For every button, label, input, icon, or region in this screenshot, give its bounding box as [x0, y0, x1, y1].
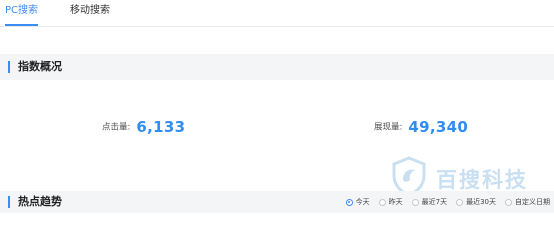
radio-dot-icon	[345, 198, 353, 206]
trend-title: 热点趋势	[18, 195, 62, 208]
radio-custom-date[interactable]: 自定义日期	[505, 197, 550, 207]
radio-label: 昨天	[388, 198, 403, 206]
tab-pc-search[interactable]: PC搜索	[5, 4, 39, 26]
clicks-metric: 点击量: 6,133	[102, 116, 185, 136]
overview-title: 指数概况	[18, 60, 62, 73]
clicks-value: 6,133	[136, 117, 186, 136]
section-accent-bar	[8, 196, 10, 208]
clicks-label: 点击量:	[102, 122, 131, 133]
radio-last-30-days[interactable]: 最近30天	[456, 197, 496, 207]
watermark-text: 百搜科技	[436, 168, 528, 192]
overview-header: 指数概况	[0, 54, 554, 80]
radio-dot-icon	[456, 198, 464, 206]
tab-mobile-search[interactable]: 移动搜索	[70, 4, 110, 18]
radio-label: 今天	[355, 198, 370, 206]
impressions-value: 49,340	[408, 117, 469, 136]
radio-dot-icon	[505, 198, 512, 206]
section-accent-bar	[8, 61, 10, 73]
radio-today[interactable]: 今天	[345, 197, 370, 207]
radio-yesterday[interactable]: 昨天	[378, 197, 403, 207]
trend-header: 热点趋势 今天 昨天 最近7天 最近30天 自定义日期	[0, 191, 554, 213]
date-range-radio-group: 今天 昨天 最近7天 最近30天 自定义日期	[337, 191, 554, 213]
radio-dot-icon	[378, 198, 386, 206]
radio-label: 最近30天	[466, 198, 496, 206]
radio-dot-icon	[411, 198, 419, 206]
search-type-tabs: PC搜索 移动搜索	[0, 0, 554, 27]
radio-label: 最近7天	[421, 198, 448, 206]
impressions-metric: 展现量: 49,340	[374, 116, 468, 136]
impressions-label: 展现量:	[374, 122, 403, 133]
radio-last-7-days[interactable]: 最近7天	[411, 197, 448, 207]
radio-label: 自定义日期	[515, 198, 550, 206]
